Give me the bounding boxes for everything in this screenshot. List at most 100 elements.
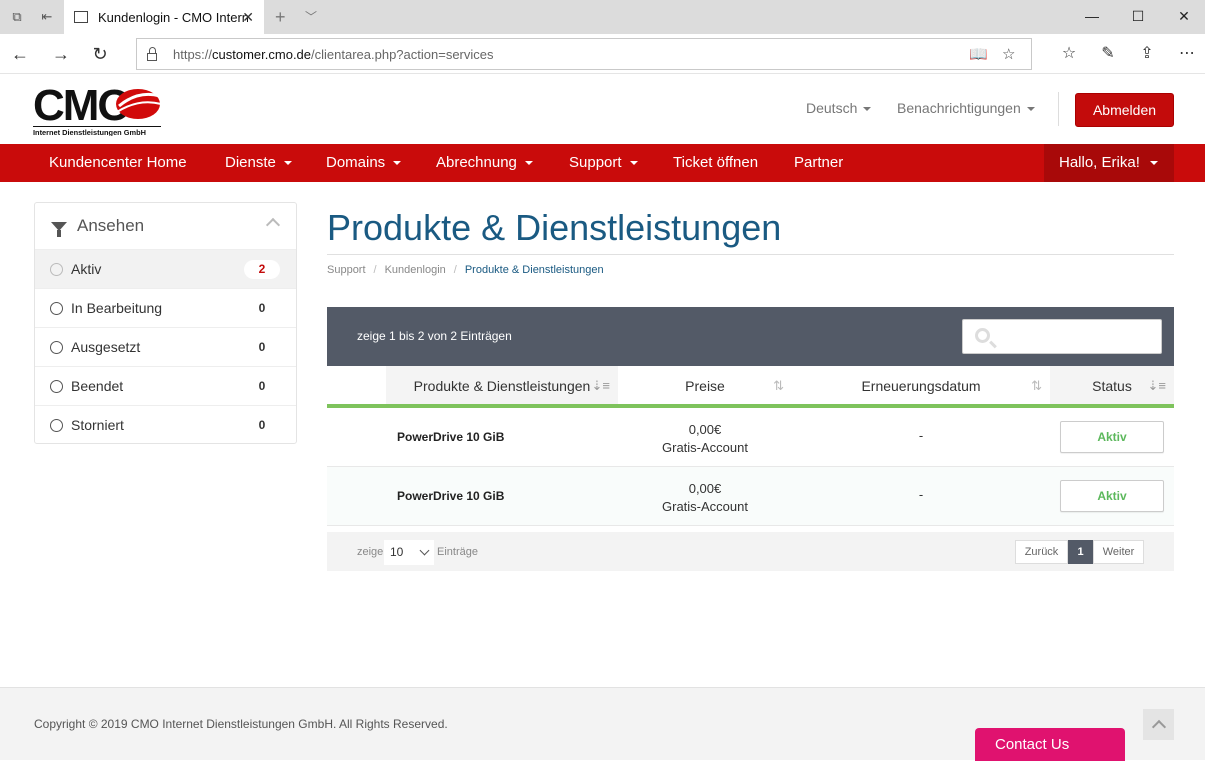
pen-icon[interactable]: ✎ xyxy=(1097,43,1119,63)
nav-item-support[interactable]: Support xyxy=(569,154,638,171)
pagination-previous[interactable]: Zurück xyxy=(1015,540,1068,564)
page-length-select[interactable]: 10 xyxy=(384,540,434,565)
panel-title: Ansehen xyxy=(77,216,145,235)
tab-list-chevron-icon[interactable]: ﹀ xyxy=(305,8,317,25)
maximize-icon[interactable]: ☐ xyxy=(1128,8,1148,25)
filter-terminated[interactable]: Beendet 0 xyxy=(35,366,296,405)
reading-view-icon[interactable]: 📖 xyxy=(969,45,988,63)
product-name: PowerDrive 10 GiB xyxy=(397,430,505,444)
radio-icon xyxy=(50,340,63,354)
favorite-star-icon[interactable]: ☆ xyxy=(1002,45,1015,63)
radio-icon xyxy=(50,301,63,315)
close-window-icon[interactable]: ✕ xyxy=(1174,8,1194,25)
browser-tabbar: ⧉ ⇤ Kundenlogin - CMO Internet Dienstlei… xyxy=(0,0,1205,34)
filter-pending[interactable]: In Bearbeitung 0 xyxy=(35,288,296,327)
caret-down-icon xyxy=(863,107,872,112)
breadcrumb-support[interactable]: Support xyxy=(327,264,366,276)
table-search-input[interactable] xyxy=(962,319,1162,354)
sort-icon: ⇅ xyxy=(773,378,784,393)
filter-cancelled[interactable]: Storniert 0 xyxy=(35,405,296,444)
tab-sets-icon[interactable]: ⧉ xyxy=(9,9,25,25)
nav-item-partner[interactable]: Partner xyxy=(794,154,843,171)
th-renewal[interactable]: Erneuerungsdatum ⇅ xyxy=(792,366,1050,408)
tab-title: Kundenlogin - CMO Internet Dienstleistun… xyxy=(98,9,248,25)
caret-down-icon xyxy=(524,161,533,166)
back-icon[interactable]: ← xyxy=(9,43,31,65)
table-header: Produkte & Dienstleistungen ⇣≡ Preise ⇅ Er… xyxy=(327,366,1174,408)
radio-icon xyxy=(50,379,63,393)
radio-icon xyxy=(50,262,63,276)
count-badge: 2 xyxy=(244,260,280,279)
radio-icon xyxy=(50,418,63,432)
status-badge[interactable]: Aktiv xyxy=(1060,480,1164,512)
site-header: CMO Internet Dienstleistungen GmbH Deuts… xyxy=(0,74,1205,144)
search-icon xyxy=(975,328,990,343)
caret-down-icon xyxy=(283,161,292,166)
language-dropdown[interactable]: Deutsch xyxy=(806,100,872,116)
caret-down-icon xyxy=(393,161,402,166)
renewal-date: - xyxy=(918,428,924,443)
table-row[interactable]: PowerDrive 10 GiB 0,00€ Gratis-Account - … xyxy=(327,467,1174,526)
site-footer: Copyright © 2019 CMO Internet Dienstleis… xyxy=(0,687,1205,761)
breadcrumb: Support / Kundenlogin / Produkte & Dienstlei… xyxy=(327,264,604,276)
nav-item-open-ticket[interactable]: Ticket öffnen xyxy=(673,154,758,171)
more-icon[interactable]: ⋯ xyxy=(1176,43,1198,63)
page-icon xyxy=(74,11,88,23)
table-row[interactable]: PowerDrive 10 GiB 0,00€ Gratis-Account - … xyxy=(327,408,1174,467)
sort-icon: ⇅ xyxy=(1031,378,1042,393)
title-divider xyxy=(327,254,1174,255)
caret-down-icon xyxy=(1026,107,1035,112)
th-status[interactable]: Status ⇣≡ xyxy=(1050,366,1174,408)
product-name: PowerDrive 10 GiB xyxy=(397,489,505,503)
count-badge: 0 xyxy=(258,379,266,393)
product-price: 0,00€ Gratis-Account xyxy=(662,422,748,455)
browser-tab[interactable]: Kundenlogin - CMO Internet Dienstleistun… xyxy=(64,0,264,34)
close-tab-icon[interactable]: ✕ xyxy=(242,9,254,26)
logout-button[interactable]: Abmelden xyxy=(1075,93,1174,127)
sort-desc-icon: ⇣≡ xyxy=(591,378,610,393)
panel-header[interactable]: Ansehen xyxy=(35,203,296,249)
status-badge[interactable]: Aktiv xyxy=(1060,421,1164,453)
nav-item-services[interactable]: Dienste xyxy=(225,154,292,171)
filter-label: In Bearbeitung xyxy=(71,300,163,316)
count-badge: 0 xyxy=(258,418,266,432)
breadcrumb-client-login[interactable]: Kundenlogin xyxy=(385,264,446,276)
lock-icon xyxy=(147,47,157,61)
nav-item-billing[interactable]: Abrechnung xyxy=(436,154,533,171)
tab-preview-icon[interactable]: ⇤ xyxy=(39,9,55,25)
view-filter-panel: Ansehen Aktiv 2 In Bearbeitung 0 Ausgese… xyxy=(34,202,297,444)
contact-us-button[interactable]: Contact Us xyxy=(975,728,1125,761)
filter-active[interactable]: Aktiv 2 xyxy=(35,249,296,288)
length-prefix: zeige xyxy=(357,546,384,558)
table-footer: zeige 10 Einträge Zurück 1 Weiter xyxy=(327,532,1174,571)
share-icon[interactable]: ⇪ xyxy=(1136,43,1158,63)
filter-label: Storniert xyxy=(71,417,124,433)
address-bar[interactable]: https://customer.cmo.de/clientarea.php?a… xyxy=(136,38,1032,70)
main-nav: Kundencenter Home Dienste Domains Abrech… xyxy=(0,144,1205,182)
th-price[interactable]: Preise ⇅ xyxy=(618,366,792,408)
th-spacer xyxy=(327,366,386,408)
nav-item-domains[interactable]: Domains xyxy=(326,154,402,171)
filter-label: Beendet xyxy=(71,378,124,394)
back-to-top-button[interactable] xyxy=(1143,709,1174,740)
refresh-icon[interactable]: ↻ xyxy=(89,43,111,65)
user-menu[interactable]: Hallo, Erika! xyxy=(1044,144,1174,182)
favorites-hub-icon[interactable]: ☆ xyxy=(1058,43,1080,63)
pagination-next[interactable]: Weiter xyxy=(1093,540,1144,564)
nav-item-home[interactable]: Kundencenter Home xyxy=(49,154,187,171)
chevron-up-icon[interactable] xyxy=(265,217,281,233)
minimize-icon[interactable]: — xyxy=(1082,8,1102,24)
new-tab-icon[interactable]: + xyxy=(275,7,286,28)
filter-label: Aktiv xyxy=(71,261,102,277)
filter-suspended[interactable]: Ausgesetzt 0 xyxy=(35,327,296,366)
pagination-page-1[interactable]: 1 xyxy=(1068,540,1093,564)
forward-icon[interactable]: → xyxy=(50,43,72,65)
breadcrumb-current: Produkte & Dienstleistungen xyxy=(464,264,604,276)
table-info: zeige 1 bis 2 von 2 Einträgen xyxy=(357,329,512,343)
cmo-logo[interactable]: CMO Internet Dienstleistungen GmbH xyxy=(33,82,163,136)
notifications-dropdown[interactable]: Benachrichtigungen xyxy=(897,100,1035,116)
url-text: https://customer.cmo.de/clientarea.php?a… xyxy=(173,46,494,62)
th-products[interactable]: Produkte & Dienstleistungen ⇣≡ xyxy=(386,366,618,408)
svg-text:Internet Dienstleistungen GmbH: Internet Dienstleistungen GmbH xyxy=(33,128,146,136)
count-badge: 0 xyxy=(258,340,266,354)
